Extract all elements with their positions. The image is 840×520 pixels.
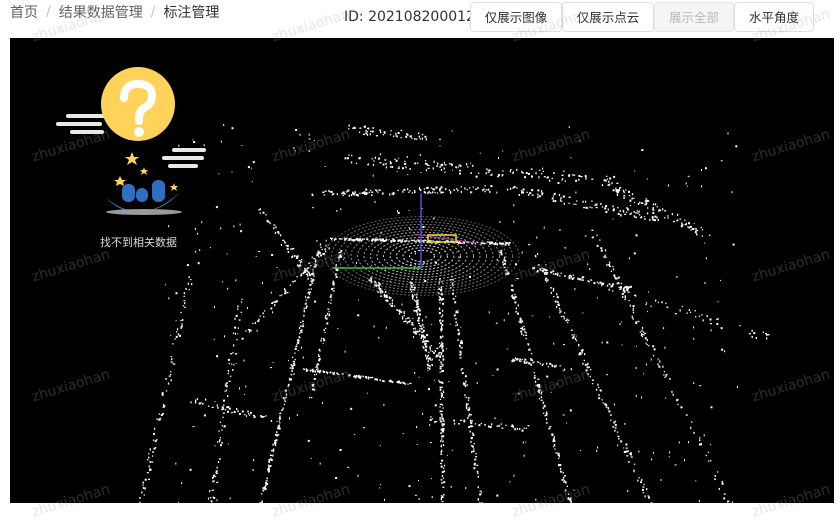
show-all-button: 展示全部 xyxy=(654,2,734,32)
breadcrumb-separator: / xyxy=(150,4,156,20)
show-images-button[interactable]: 仅展示图像 xyxy=(470,2,562,32)
breadcrumb: 首页 / 结果数据管理 / 标注管理 xyxy=(10,2,219,22)
breadcrumb-home[interactable]: 首页 xyxy=(10,2,38,22)
show-point-cloud-button[interactable]: 仅展示点云 xyxy=(562,2,654,32)
top-bar: 首页 / 结果数据管理 / 标注管理 ID: 202108200012 仅展示图… xyxy=(0,0,840,38)
point-cloud-viewport[interactable]: 找不到相关数据 xyxy=(10,38,834,503)
empty-state-text: 找不到相关数据 xyxy=(100,236,177,249)
empty-state xyxy=(54,66,224,256)
breadcrumb-separator: / xyxy=(46,4,51,20)
scene-id: ID: 202108200012 xyxy=(344,9,475,25)
horizontal-angle-button[interactable]: 水平角度 xyxy=(734,2,814,32)
breadcrumb-current: 标注管理 xyxy=(163,5,220,21)
question-mark-icon xyxy=(56,67,206,215)
breadcrumb-results[interactable]: 结果数据管理 xyxy=(59,2,143,22)
